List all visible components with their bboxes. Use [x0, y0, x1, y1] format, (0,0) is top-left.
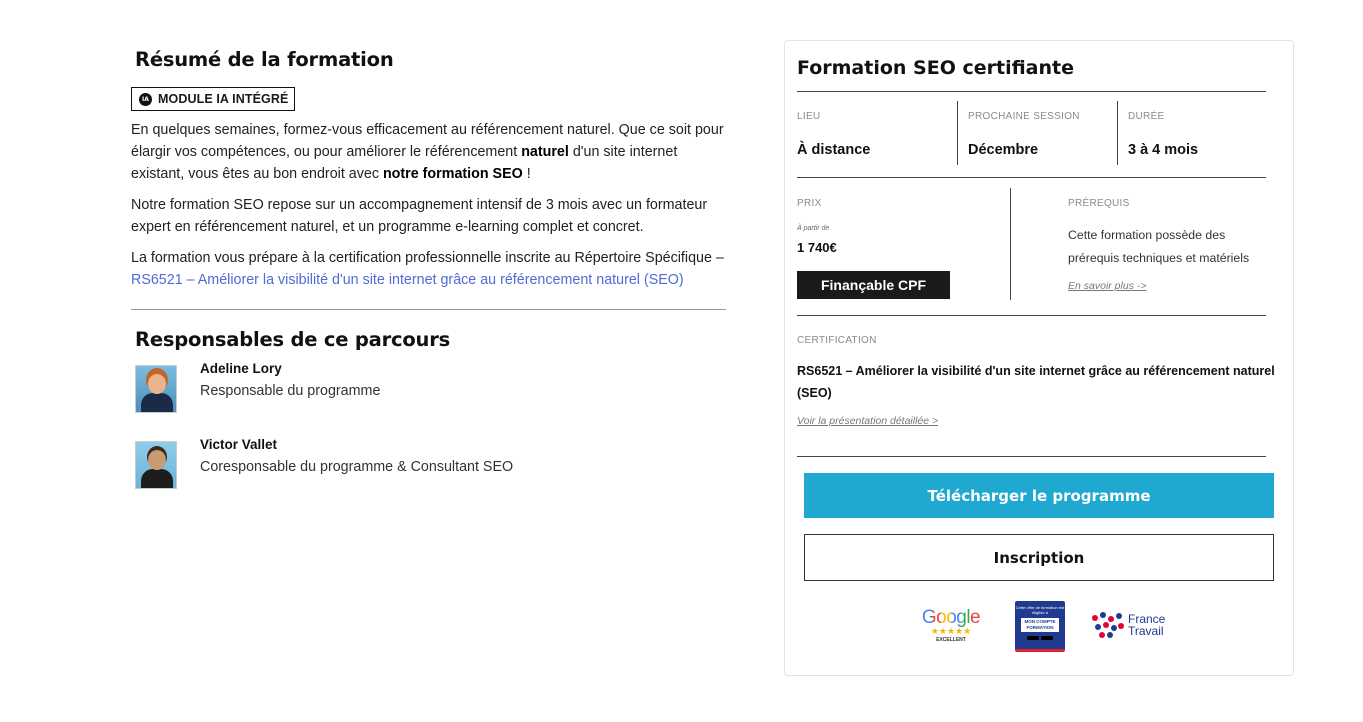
- cert-label: CERTIFICATION: [797, 335, 877, 346]
- column-divider: [1117, 101, 1118, 165]
- prix-label: PRIX: [797, 198, 822, 209]
- card-title: Formation SEO certifiante: [797, 57, 1074, 79]
- card-divider: [797, 315, 1266, 316]
- summary-paragraph-3: La formation vous prépare à la certifica…: [131, 247, 726, 291]
- download-program-button[interactable]: Télécharger le programme: [804, 473, 1274, 518]
- france-travail-dots-icon: [1090, 611, 1124, 639]
- france-travail-logo: France Travail: [1090, 611, 1165, 639]
- certification-link[interactable]: RS6521 – Améliorer la visibilité d'un si…: [131, 272, 684, 288]
- ia-icon: IA: [139, 92, 152, 106]
- column-divider: [1010, 188, 1011, 300]
- cert-detail-link[interactable]: Voir la présentation détaillée >: [797, 415, 938, 427]
- mcf-main-text: MON COMPTE FORMATION: [1021, 618, 1059, 632]
- section-divider: [131, 309, 726, 310]
- summary-title: Résumé de la formation: [135, 48, 394, 71]
- person-role: Coresponsable du programme & Consultant …: [200, 459, 514, 475]
- person-name: Victor Vallet: [200, 437, 278, 452]
- google-wordmark: Google: [916, 607, 986, 629]
- duree-value: 3 à 4 mois: [1128, 142, 1199, 158]
- france-travail-line2: Travail: [1128, 624, 1164, 638]
- person-name: Adeline Lory: [200, 361, 282, 376]
- avatar: [135, 365, 177, 413]
- google-rating-logo: Google ★★★★★ EXCELLENT: [916, 607, 986, 643]
- prereq-text: Cette formation possède des prérequis te…: [1068, 228, 1250, 265]
- card-divider: [797, 91, 1266, 92]
- lieu-value: À distance: [797, 142, 871, 158]
- summary-bold-text: notre formation SEO: [382, 166, 523, 182]
- responsables-title: Responsables de ce parcours: [135, 328, 451, 351]
- summary-text: !: [522, 166, 531, 182]
- summary-text: La formation vous prépare à la certifica…: [131, 250, 724, 266]
- cpf-badge: Finançable CPF: [797, 271, 950, 299]
- google-letters: Google: [921, 607, 981, 628]
- card-divider: [797, 456, 1266, 457]
- mcf-top-text: Cette offre de formation est éligible à: [1015, 605, 1065, 615]
- duree-label: DURÉE: [1128, 111, 1165, 122]
- cert-text: RS6521 – Améliorer la visibilité d'un si…: [797, 364, 1275, 400]
- summary-section: Résumé de la formation IA MODULE IA INTÉ…: [131, 48, 726, 489]
- column-divider: [957, 101, 958, 165]
- star-rating-icon: ★★★★★: [930, 627, 972, 637]
- session-label: PROCHAINE SESSION: [968, 111, 1080, 122]
- prereq-label: PRÉREQUIS: [1068, 198, 1130, 209]
- prix-from: À partir de: [797, 225, 830, 232]
- france-travail-text: France Travail: [1128, 613, 1165, 637]
- ia-module-badge: IA MODULE IA INTÉGRÉ: [131, 87, 296, 111]
- summary-paragraph-1: En quelques semaines, formez-vous effica…: [131, 119, 726, 185]
- prix-value: 1 740€: [797, 240, 837, 255]
- store-badges-icon: [1015, 636, 1065, 640]
- mon-compte-formation-logo: Cette offre de formation est éligible à …: [1015, 601, 1065, 652]
- session-value: Décembre: [968, 142, 1039, 158]
- person-role: Responsable du programme: [200, 383, 381, 399]
- formation-card: Formation SEO certifiante LIEU À distanc…: [784, 40, 1294, 676]
- summary-paragraph-2: Notre formation SEO repose sur un accomp…: [131, 197, 708, 235]
- partner-logos: Google ★★★★★ EXCELLENT Cette offre de fo…: [785, 601, 1295, 657]
- lieu-label: LIEU: [797, 111, 821, 122]
- inscription-button[interactable]: Inscription: [804, 534, 1274, 581]
- card-divider: [797, 177, 1266, 178]
- avatar: [135, 441, 177, 489]
- prereq-link[interactable]: En savoir plus ->: [1068, 280, 1147, 292]
- ia-badge-label: MODULE IA INTÉGRÉ: [158, 92, 289, 106]
- person-card: Victor Vallet Coresponsable du programme…: [131, 437, 726, 489]
- summary-bold-text: naturel: [521, 144, 569, 160]
- google-caption: EXCELLENT: [936, 637, 966, 643]
- person-card: Adeline Lory Responsable du programme: [131, 361, 726, 413]
